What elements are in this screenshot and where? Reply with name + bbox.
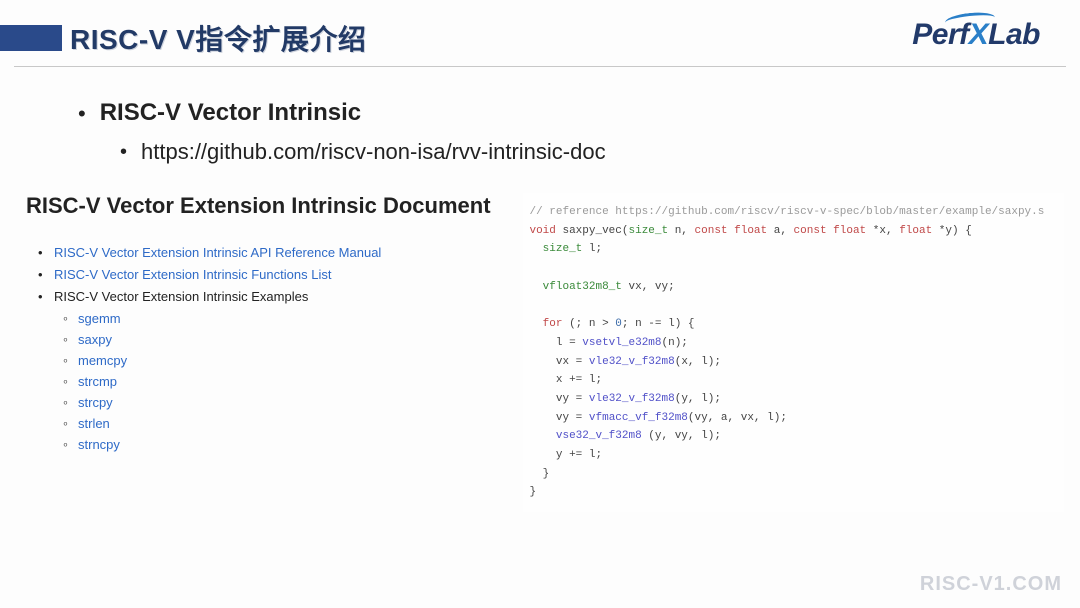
list-item: strcmp (78, 374, 503, 389)
code-type: vfloat32m8_t (543, 281, 622, 293)
code-text: vy = (529, 393, 588, 405)
code-text (529, 430, 555, 442)
list-item: memcpy (78, 353, 503, 368)
code-snippet: // reference https://github.com/riscv/ri… (523, 193, 1064, 512)
code-text: l; (582, 243, 602, 255)
document-list: RISC-V Vector Extension Intrinsic API Re… (26, 245, 503, 452)
code-text: n, (668, 225, 694, 237)
bullet-main-text: RISC-V Vector Intrinsic (100, 99, 361, 127)
code-text: saxpy_vec( (556, 225, 629, 237)
code-text: vx, vy; (622, 281, 675, 293)
code-fn: vle32_v_f32m8 (589, 393, 675, 405)
bullet-level-1: • RISC-V Vector Intrinsic (78, 99, 1020, 127)
doc-link[interactable]: RISC-V Vector Extension Intrinsic Functi… (54, 267, 331, 282)
example-link[interactable]: memcpy (78, 353, 127, 368)
list-item: RISC-V Vector Extension Intrinsic API Re… (54, 245, 503, 260)
code-fn: vfmacc_vf_f32m8 (589, 412, 688, 424)
perfxlab-logo: PerfXLab (912, 18, 1050, 52)
code-text: (y, l); (675, 393, 721, 405)
code-kw: void (529, 225, 555, 237)
example-link[interactable]: strncpy (78, 437, 120, 452)
code-text: l = (529, 337, 582, 349)
code-text: a, (767, 225, 793, 237)
list-item: strlen (78, 416, 503, 431)
list-item: saxpy (78, 332, 503, 347)
code-kw: const float (794, 225, 867, 237)
list-item: RISC-V Vector Extension Intrinsic Exampl… (54, 289, 503, 452)
code-fn: vse32_v_f32m8 (556, 430, 642, 442)
code-text: y += l; (529, 449, 602, 461)
bullet-level-2: • https://github.com/riscv-non-isa/rvv-i… (120, 139, 1020, 165)
code-fn: vsetvl_e32m8 (582, 337, 661, 349)
example-link[interactable]: sgemm (78, 311, 121, 326)
list-item: sgemm (78, 311, 503, 326)
code-text: x += l; (529, 374, 602, 386)
code-comment: // reference https://github.com/riscv/ri… (529, 206, 1044, 218)
code-block: // reference https://github.com/riscv/ri… (529, 203, 1058, 502)
code-text: } (529, 468, 549, 480)
list-item: RISC-V Vector Extension Intrinsic Functi… (54, 267, 503, 282)
code-text: (n); (662, 337, 688, 349)
code-kw: const float (695, 225, 768, 237)
code-text: ; n -= l) { (622, 318, 695, 330)
code-text: (vy, a, vx, l); (688, 412, 787, 424)
code-text: (x, l); (675, 356, 721, 368)
example-link[interactable]: saxpy (78, 332, 112, 347)
list-item: strcpy (78, 395, 503, 410)
doc-link[interactable]: RISC-V Vector Extension Intrinsic API Re… (54, 245, 381, 260)
slide-title: RISC-V V指令扩展介绍 (70, 18, 366, 58)
title-zone: RISC-V V指令扩展介绍 (0, 18, 366, 58)
examples-list: sgemm saxpy memcpy strcmp strcpy strlen … (54, 311, 503, 452)
code-text: (y, vy, l); (642, 430, 721, 442)
code-text: *y) { (932, 225, 972, 237)
document-outline: RISC-V Vector Extension Intrinsic Docume… (26, 193, 503, 512)
example-link[interactable]: strcpy (78, 395, 113, 410)
document-title: RISC-V Vector Extension Intrinsic Docume… (26, 193, 503, 219)
code-text: (; n > (562, 318, 615, 330)
example-link[interactable]: strcmp (78, 374, 117, 389)
doc-text: RISC-V Vector Extension Intrinsic Exampl… (54, 289, 308, 304)
code-fn: vle32_v_f32m8 (589, 356, 675, 368)
example-link[interactable]: strlen (78, 416, 110, 431)
bullet-sub-text: https://github.com/riscv-non-isa/rvv-int… (141, 139, 606, 165)
columns-container: RISC-V Vector Extension Intrinsic Docume… (0, 193, 1080, 512)
code-text: *x, (866, 225, 899, 237)
slide-header: RISC-V V指令扩展介绍 PerfXLab (0, 0, 1080, 66)
code-kw: for (543, 318, 563, 330)
code-text: vy = (529, 412, 588, 424)
code-num: 0 (615, 318, 622, 330)
code-text: vx = (529, 356, 588, 368)
code-text: } (529, 486, 536, 498)
list-item: strncpy (78, 437, 503, 452)
bullet-dot-icon: • (120, 141, 127, 164)
watermark: RISC-V1.COM (920, 573, 1062, 596)
logo-part-b: Lab (988, 18, 1040, 51)
content-area: • RISC-V Vector Intrinsic • https://gith… (0, 67, 1080, 165)
code-type: size_t (629, 225, 669, 237)
code-type: size_t (543, 243, 583, 255)
title-accent-bar (0, 25, 62, 51)
bullet-dot-icon: • (78, 101, 86, 127)
code-kw: float (899, 225, 932, 237)
